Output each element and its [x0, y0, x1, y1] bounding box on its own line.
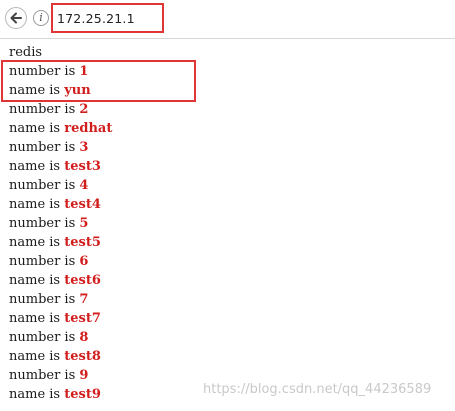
record-value: test6	[64, 273, 101, 288]
record-label: name is	[9, 387, 65, 402]
record-value: test9	[64, 387, 101, 402]
record-label: name is	[9, 83, 65, 98]
record-label: number is	[9, 178, 80, 193]
record-line: name is test5	[9, 233, 449, 252]
page-heading: redis	[9, 45, 43, 60]
record-line: name is redhat	[9, 119, 449, 138]
record-label: number is	[9, 292, 80, 307]
record-label: name is	[9, 159, 65, 174]
record-label: name is	[9, 121, 65, 136]
record-value: 4	[79, 178, 89, 193]
record-line: name is test3	[9, 157, 449, 176]
record-line: number is 1	[9, 62, 449, 81]
record-label: name is	[9, 311, 65, 326]
record-value: yun	[64, 83, 91, 98]
record-line: number is 3	[9, 138, 449, 157]
record-line: number is 6	[9, 252, 449, 271]
record-value: 9	[79, 368, 89, 383]
record-label: name is	[9, 349, 65, 364]
browser-toolbar: i 172.25.21.1	[0, 0, 455, 39]
record-value: 8	[79, 330, 89, 345]
record-line: name is yun	[9, 81, 449, 100]
info-icon[interactable]: i	[33, 10, 49, 26]
record-label: number is	[9, 254, 80, 269]
record-line: number is 8	[9, 328, 449, 347]
record-label: number is	[9, 140, 80, 155]
record-label: name is	[9, 235, 65, 250]
record-line: number is 4	[9, 176, 449, 195]
record-label: number is	[9, 216, 80, 231]
record-list: number is 1 name is yun number is 2 name is…	[9, 62, 449, 404]
record-value: 1	[79, 64, 89, 79]
record-line: number is 5	[9, 214, 449, 233]
record-line: name is test4	[9, 195, 449, 214]
record-label: number is	[9, 368, 80, 383]
record-line: number is 2	[9, 100, 449, 119]
record-value: test5	[64, 235, 101, 250]
record-label: name is	[9, 197, 65, 212]
record-label: name is	[9, 273, 65, 288]
record-line: number is 7	[9, 290, 449, 309]
record-value: test4	[64, 197, 101, 212]
record-value: 7	[79, 292, 89, 307]
record-value: redhat	[64, 121, 113, 136]
record-label: number is	[9, 64, 80, 79]
record-value: 3	[79, 140, 89, 155]
arrow-left-icon	[10, 12, 22, 24]
page-content: redis number is 1 name is yun number is 2n…	[9, 43, 449, 404]
watermark: https://blog.csdn.net/qq_44236589	[203, 382, 432, 397]
record-value: 5	[79, 216, 89, 231]
record-value: 2	[79, 102, 89, 117]
record-line: name is test7	[9, 309, 449, 328]
record-line: name is test6	[9, 271, 449, 290]
record-value: test3	[64, 159, 101, 174]
record-label: number is	[9, 102, 80, 117]
record-line: name is test8	[9, 347, 449, 366]
record-value: test7	[64, 311, 101, 326]
record-value: test8	[64, 349, 101, 364]
record-value: 6	[79, 254, 89, 269]
record-label: number is	[9, 330, 80, 345]
back-button[interactable]	[5, 7, 27, 29]
address-bar[interactable]: 172.25.21.1	[57, 10, 157, 28]
